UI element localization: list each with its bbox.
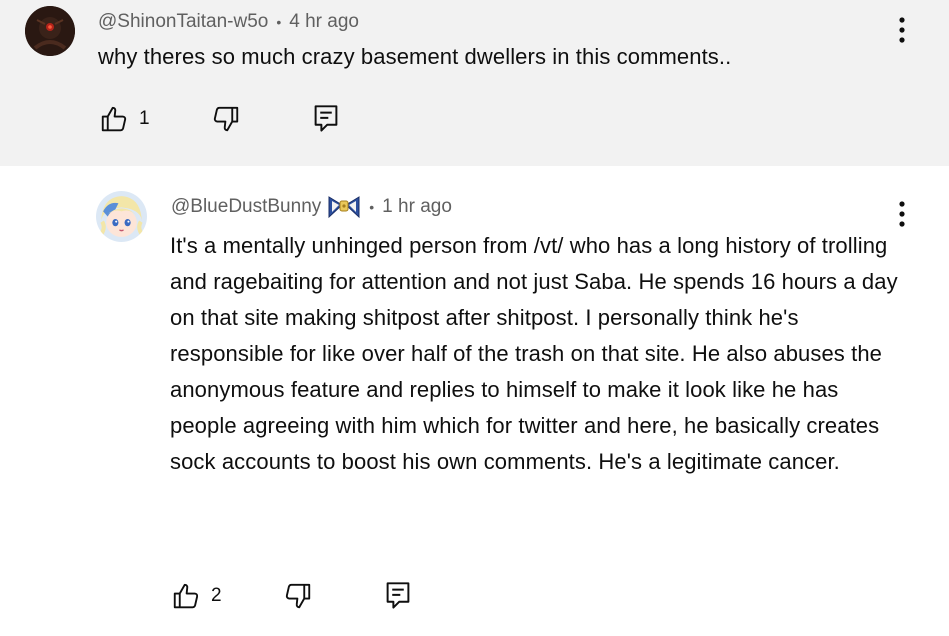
comment-meta: @ShinonTaitan-w5o • 4 hr ago [98, 10, 359, 34]
kebab-menu-icon [899, 201, 905, 227]
thumbs-down-icon [285, 583, 311, 609]
anime-girl-avatar-icon [96, 191, 147, 242]
reply-button[interactable] [385, 578, 411, 614]
reply-icon [386, 582, 410, 609]
comment-text: why theres so much crazy basement dwelle… [98, 44, 732, 69]
like-button[interactable]: 1 [99, 101, 211, 137]
comment-actions: 2 [171, 578, 411, 614]
comment-meta: @BlueDustBunny • 1 hr ago [171, 193, 452, 221]
comment-actions: 1 [99, 101, 339, 137]
reply-icon [314, 105, 338, 132]
author-name[interactable]: @BlueDustBunny [171, 196, 321, 218]
like-count: 2 [211, 585, 222, 606]
dislike-button[interactable] [283, 578, 385, 614]
reply-comment-item: @BlueDustBunny • 1 hr ago It's a mentall… [0, 166, 949, 636]
comment-time[interactable]: 1 hr ago [382, 196, 452, 218]
more-options-button[interactable] [890, 15, 914, 45]
meta-separator: • [276, 14, 282, 30]
member-badge-icon [327, 194, 361, 220]
like-button[interactable]: 2 [171, 578, 283, 614]
thumbs-up-icon [101, 106, 127, 132]
robot-avatar-icon [25, 6, 75, 56]
comment-text: It's a mentally unhinged person from /vt… [170, 233, 898, 474]
reply-button[interactable] [313, 101, 339, 137]
author-name[interactable]: @ShinonTaitan-w5o [98, 11, 268, 33]
thumbs-down-icon [213, 106, 239, 132]
avatar[interactable] [96, 191, 147, 242]
bow-badge-icon [328, 196, 360, 219]
more-options-button[interactable] [890, 199, 914, 229]
comment-item: @ShinonTaitan-w5o • 4 hr ago why theres … [0, 0, 949, 166]
thumbs-up-icon [173, 583, 199, 609]
dislike-button[interactable] [211, 101, 313, 137]
avatar[interactable] [25, 6, 75, 56]
meta-separator: • [369, 199, 375, 215]
comment-time[interactable]: 4 hr ago [289, 11, 359, 33]
kebab-menu-icon [899, 17, 905, 43]
like-count: 1 [139, 108, 150, 129]
